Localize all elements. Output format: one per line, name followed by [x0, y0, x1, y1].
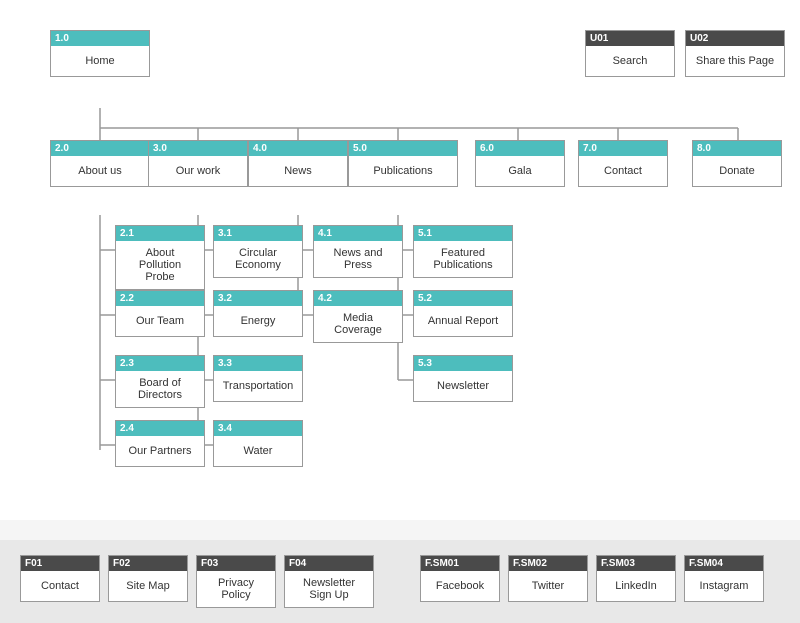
home-label: Home — [51, 46, 149, 76]
child-2-2-id: 2.2 — [116, 291, 204, 306]
child-3-1[interactable]: 3.1 Circular Economy — [213, 225, 303, 278]
child-3-2-label: Energy — [214, 306, 302, 336]
fsm04-label: Instagram — [685, 571, 763, 601]
child-5-3-id: 5.3 — [414, 356, 512, 371]
fsm02-label: Twitter — [509, 571, 587, 601]
fsm01-label: Facebook — [421, 571, 499, 601]
child-5-2[interactable]: 5.2 Annual Report — [413, 290, 513, 337]
child-2-1[interactable]: 2.1 About Pollution Probe — [115, 225, 205, 290]
footer-node-fsm04[interactable]: F.SM04 Instagram — [684, 555, 764, 602]
nav-4-label: News — [249, 156, 347, 186]
footer-node-fsm03[interactable]: F.SM03 LinkedIn — [596, 555, 676, 602]
nav-node-2[interactable]: 2.0 About us — [50, 140, 150, 187]
child-5-1-label: Featured Publications — [414, 241, 512, 277]
nav-7-id: 7.0 — [579, 141, 667, 156]
child-2-2[interactable]: 2.2 Our Team — [115, 290, 205, 337]
child-5-1[interactable]: 5.1 Featured Publications — [413, 225, 513, 278]
f01-id: F01 — [21, 556, 99, 571]
child-2-3[interactable]: 2.3 Board of Directors — [115, 355, 205, 408]
child-3-3-id: 3.3 — [214, 356, 302, 371]
fsm04-id: F.SM04 — [685, 556, 763, 571]
child-3-2-id: 3.2 — [214, 291, 302, 306]
child-2-1-id: 2.1 — [116, 226, 204, 241]
u02-label: Share this Page — [686, 46, 784, 76]
f02-id: F02 — [109, 556, 187, 571]
footer: F01 Contact F02 Site Map F03 Privacy Pol… — [0, 540, 800, 623]
nav-2-label: About us — [51, 156, 149, 186]
footer-node-f02[interactable]: F02 Site Map — [108, 555, 188, 602]
nav-6-id: 6.0 — [476, 141, 564, 156]
child-2-4[interactable]: 2.4 Our Partners — [115, 420, 205, 467]
utility-node-u02[interactable]: U02 Share this Page — [685, 30, 785, 77]
sitemap-diagram: 1.0 Home U01 Search U02 Share this Page … — [20, 20, 790, 500]
child-3-4-id: 3.4 — [214, 421, 302, 436]
f03-label: Privacy Policy — [197, 571, 275, 607]
child-3-4[interactable]: 3.4 Water — [213, 420, 303, 467]
child-4-2-id: 4.2 — [314, 291, 402, 306]
f02-label: Site Map — [109, 571, 187, 601]
child-4-1-id: 4.1 — [314, 226, 402, 241]
child-3-4-label: Water — [214, 436, 302, 466]
nav-node-7[interactable]: 7.0 Contact — [578, 140, 668, 187]
child-4-1-label: News and Press — [314, 241, 402, 277]
home-node[interactable]: 1.0 Home — [50, 30, 150, 77]
u01-id: U01 — [586, 31, 674, 46]
u02-id: U02 — [686, 31, 784, 46]
child-3-3-label: Transportation — [214, 371, 302, 401]
footer-row: F01 Contact F02 Site Map F03 Privacy Pol… — [20, 555, 780, 608]
child-5-3-label: Newsletter — [414, 371, 512, 401]
footer-node-fsm02[interactable]: F.SM02 Twitter — [508, 555, 588, 602]
nav-3-id: 3.0 — [149, 141, 247, 156]
child-2-4-label: Our Partners — [116, 436, 204, 466]
child-5-1-id: 5.1 — [414, 226, 512, 241]
child-5-2-id: 5.2 — [414, 291, 512, 306]
f04-label: Newsletter Sign Up — [285, 571, 373, 607]
child-2-3-label: Board of Directors — [116, 371, 204, 407]
f04-id: F04 — [285, 556, 373, 571]
footer-node-f04[interactable]: F04 Newsletter Sign Up — [284, 555, 374, 608]
child-2-1-label: About Pollution Probe — [116, 241, 204, 289]
fsm02-id: F.SM02 — [509, 556, 587, 571]
child-4-2-label: Media Coverage — [314, 306, 402, 342]
footer-node-fsm01[interactable]: F.SM01 Facebook — [420, 555, 500, 602]
child-4-1[interactable]: 4.1 News and Press — [313, 225, 403, 278]
footer-node-f01[interactable]: F01 Contact — [20, 555, 100, 602]
child-4-2[interactable]: 4.2 Media Coverage — [313, 290, 403, 343]
nav-8-label: Donate — [693, 156, 781, 186]
u01-label: Search — [586, 46, 674, 76]
child-5-3[interactable]: 5.3 Newsletter — [413, 355, 513, 402]
utility-node-u01[interactable]: U01 Search — [585, 30, 675, 77]
nav-6-label: Gala — [476, 156, 564, 186]
home-id: 1.0 — [51, 31, 149, 46]
nav-2-id: 2.0 — [51, 141, 149, 156]
child-3-2[interactable]: 3.2 Energy — [213, 290, 303, 337]
child-5-2-label: Annual Report — [414, 306, 512, 336]
nav-8-id: 8.0 — [693, 141, 781, 156]
nav-node-8[interactable]: 8.0 Donate — [692, 140, 782, 187]
footer-node-f03[interactable]: F03 Privacy Policy — [196, 555, 276, 608]
fsm01-id: F.SM01 — [421, 556, 499, 571]
fsm03-label: LinkedIn — [597, 571, 675, 601]
f03-id: F03 — [197, 556, 275, 571]
nav-node-6[interactable]: 6.0 Gala — [475, 140, 565, 187]
child-3-1-label: Circular Economy — [214, 241, 302, 277]
child-3-1-id: 3.1 — [214, 226, 302, 241]
child-3-3[interactable]: 3.3 Transportation — [213, 355, 303, 402]
child-2-3-id: 2.3 — [116, 356, 204, 371]
nav-3-label: Our work — [149, 156, 247, 186]
nav-7-label: Contact — [579, 156, 667, 186]
nav-5-id: 5.0 — [349, 141, 457, 156]
nav-5-label: Publications — [349, 156, 457, 186]
nav-4-id: 4.0 — [249, 141, 347, 156]
nav-node-5[interactable]: 5.0 Publications — [348, 140, 458, 187]
fsm03-id: F.SM03 — [597, 556, 675, 571]
child-2-2-label: Our Team — [116, 306, 204, 336]
nav-node-4[interactable]: 4.0 News — [248, 140, 348, 187]
f01-label: Contact — [21, 571, 99, 601]
child-2-4-id: 2.4 — [116, 421, 204, 436]
nav-node-3[interactable]: 3.0 Our work — [148, 140, 248, 187]
